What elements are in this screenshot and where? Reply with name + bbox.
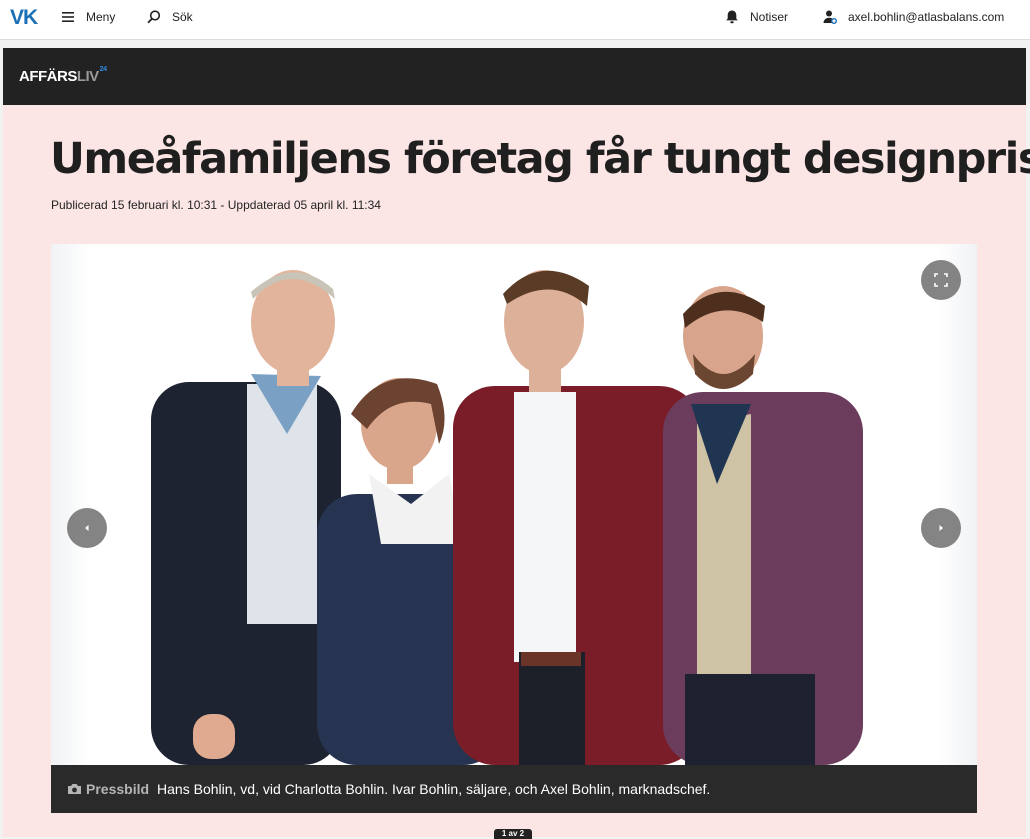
caption-text: Hans Bohlin, vd, vid Charlotta Bohlin. I…	[157, 781, 711, 797]
site-logo[interactable]: VK	[10, 6, 38, 30]
people-illustration	[151, 270, 863, 765]
fullscreen-icon	[934, 273, 948, 287]
previous-image-button[interactable]	[67, 508, 107, 548]
account-button[interactable]: axel.bohlin@atlasbalans.com	[822, 0, 1004, 34]
menu-label: Meny	[86, 10, 116, 24]
article-photo[interactable]	[51, 244, 977, 765]
person-4	[663, 286, 863, 765]
brand-name-main: AFFÄRS	[19, 68, 77, 85]
fullscreen-button[interactable]	[921, 260, 961, 300]
photo-credit: Pressbild	[67, 781, 149, 797]
notifications-label: Notiser	[750, 10, 789, 24]
image-gallery: Pressbild Hans Bohlin, vd, vid Charlotta…	[51, 244, 977, 813]
person-1	[151, 270, 341, 765]
chevron-right-icon	[939, 525, 943, 531]
menu-button[interactable]: Meny	[60, 0, 115, 34]
brand-name-accent: LIV	[76, 68, 99, 85]
search-label: Sök	[172, 10, 193, 24]
search-icon	[146, 9, 162, 25]
article-title: Umeåfamiljens företag får tungt designpr…	[50, 134, 1030, 184]
gallery-pager: 1 av 2	[494, 829, 532, 839]
section-header: AFFÄRSLIV24	[3, 48, 1026, 105]
next-image-button[interactable]	[921, 508, 961, 548]
chevron-left-icon	[85, 525, 89, 531]
image-caption: Pressbild Hans Bohlin, vd, vid Charlotta…	[51, 765, 977, 813]
notifications-button[interactable]: Notiser	[724, 0, 788, 34]
top-navigation: VK Meny Sök Notiser axel.bohlin@atlasbal…	[0, 0, 1030, 40]
photo-credit-label: Pressbild	[86, 781, 150, 797]
article-page: AFFÄRSLIV24 Umeåfamiljens företag får tu…	[3, 48, 1030, 837]
article-timestamp: Publicerad 15 februari kl. 10:31 - Uppda…	[51, 198, 381, 212]
user-icon	[822, 9, 838, 25]
brand-name-super: 24	[99, 66, 107, 73]
camera-icon	[68, 784, 81, 794]
account-email: axel.bohlin@atlasbalans.com	[848, 10, 1005, 24]
hamburger-icon	[60, 9, 76, 25]
search-button[interactable]: Sök	[146, 0, 193, 34]
bell-icon	[724, 9, 740, 25]
section-logo[interactable]: AFFÄRSLIV24	[19, 66, 107, 85]
